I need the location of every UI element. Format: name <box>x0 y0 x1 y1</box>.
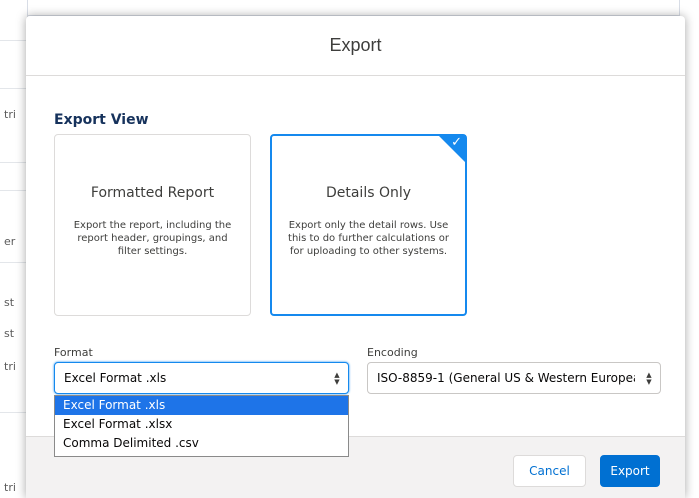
encoding-select[interactable]: ISO-8859-1 (General US & Western Europea… <box>367 362 661 394</box>
option-description: Export only the detail rows. Use this to… <box>288 220 449 257</box>
export-view-label: Export View <box>54 112 149 128</box>
background-row-line <box>0 162 28 163</box>
background-row-line <box>0 262 28 263</box>
modal-title: Export <box>329 35 382 55</box>
background-row-line <box>0 412 28 413</box>
format-select[interactable]: Excel Format .xls ▲ ▼ <box>54 362 349 394</box>
format-option-xls[interactable]: Excel Format .xls <box>55 396 348 415</box>
background-left-column: tri er st st tri tri <box>0 0 28 498</box>
background-row-text: tri <box>4 481 16 494</box>
option-title: Details Only <box>325 185 412 201</box>
format-dropdown-list: Excel Format .xls Excel Format .xlsx Com… <box>54 395 349 457</box>
export-modal: Export Export View Formatted Report Expo… <box>26 16 685 498</box>
background-row-text: st <box>4 296 15 309</box>
checkmark-icon: ✓ <box>451 135 462 150</box>
encoding-select-value: ISO-8859-1 (General US & Western Europea… <box>377 371 635 385</box>
format-option-csv[interactable]: Comma Delimited .csv <box>55 434 348 453</box>
background-row-text: st <box>4 327 15 340</box>
details-only-option[interactable]: ✓ Details Only Export only the detail ro… <box>270 134 467 316</box>
background-row-text: tri <box>4 108 16 121</box>
format-option-xlsx[interactable]: Excel Format .xlsx <box>55 415 348 434</box>
option-description: Export the report, including the report … <box>73 220 232 257</box>
export-button[interactable]: Export <box>600 455 660 487</box>
background-row-text: tri <box>4 360 16 373</box>
background-row-line <box>0 40 28 41</box>
background-row-line <box>0 190 28 191</box>
background-row-text: er <box>4 235 16 248</box>
format-select-value: Excel Format .xls <box>64 371 167 385</box>
modal-header: Export <box>26 16 685 76</box>
encoding-label: Encoding <box>367 346 418 359</box>
format-label: Format <box>54 346 93 359</box>
background-header-row <box>0 0 699 16</box>
option-title: Formatted Report <box>90 185 215 201</box>
formatted-report-option[interactable]: Formatted Report Export the report, incl… <box>54 134 251 316</box>
cancel-button[interactable]: Cancel <box>513 455 586 487</box>
select-arrows-icon: ▲ ▼ <box>646 371 652 386</box>
select-arrows-icon: ▲ ▼ <box>334 371 340 386</box>
background-row-line <box>0 88 28 89</box>
